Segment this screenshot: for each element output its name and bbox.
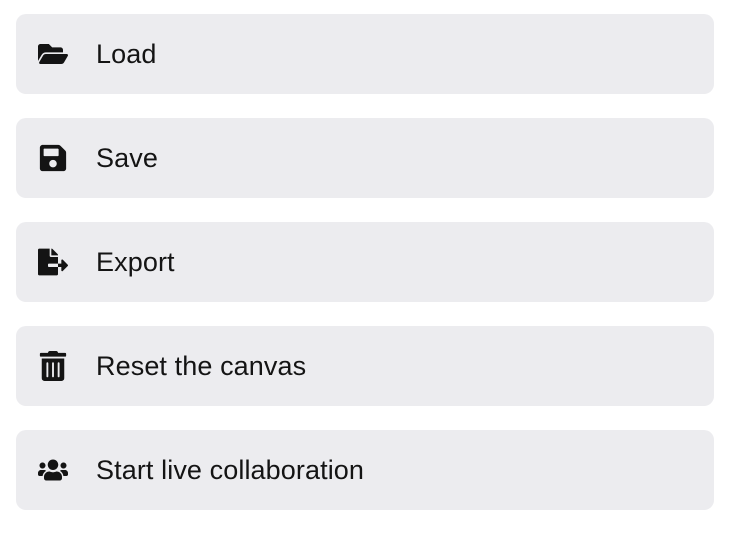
menu-item-label: Save bbox=[96, 143, 158, 174]
save-icon bbox=[38, 143, 78, 173]
live-collaboration-menu-item[interactable]: Start live collaboration bbox=[16, 430, 714, 510]
load-menu-item[interactable]: Load bbox=[16, 14, 714, 94]
export-menu-item[interactable]: Export bbox=[16, 222, 714, 302]
folder-open-icon bbox=[38, 39, 78, 69]
menu-item-label: Load bbox=[96, 39, 156, 70]
save-menu-item[interactable]: Save bbox=[16, 118, 714, 198]
menu-item-label: Reset the canvas bbox=[96, 351, 306, 382]
file-menu: Load Save Export Reset the canvas Start … bbox=[16, 14, 714, 510]
file-export-icon bbox=[38, 247, 78, 277]
reset-canvas-menu-item[interactable]: Reset the canvas bbox=[16, 326, 714, 406]
trash-icon bbox=[38, 351, 78, 381]
menu-item-label: Export bbox=[96, 247, 175, 278]
menu-item-label: Start live collaboration bbox=[96, 455, 364, 486]
users-icon bbox=[38, 455, 78, 485]
